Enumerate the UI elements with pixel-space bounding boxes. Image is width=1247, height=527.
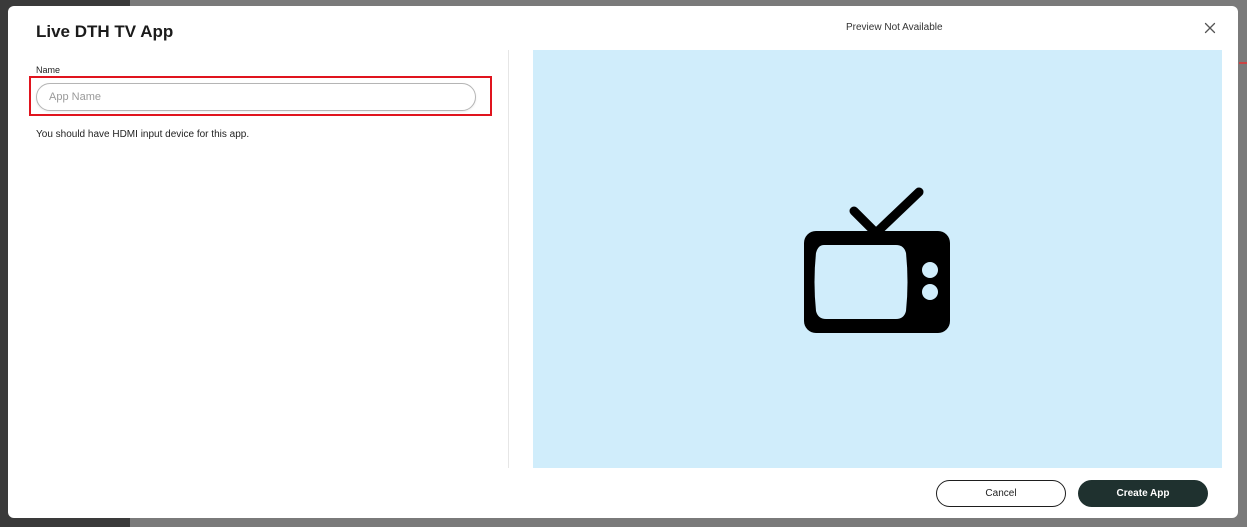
hdmi-hint-text: You should have HDMI input device for th…: [36, 129, 250, 140]
modal-title: Live DTH TV App: [36, 22, 174, 41]
preview-status-label: Preview Not Available: [846, 22, 943, 33]
background-accent: [1239, 62, 1247, 64]
preview-panel: [533, 50, 1222, 468]
create-app-modal: Live DTH TV App Preview Not Available Na…: [8, 6, 1238, 518]
close-button[interactable]: [1202, 20, 1218, 36]
app-name-input[interactable]: [36, 83, 476, 111]
close-icon: [1204, 22, 1216, 34]
tv-icon: [804, 187, 950, 333]
cancel-button[interactable]: Cancel: [936, 480, 1066, 507]
name-field-label: Name: [36, 65, 61, 75]
create-app-button[interactable]: Create App: [1078, 480, 1208, 507]
pane-divider: [508, 50, 509, 468]
